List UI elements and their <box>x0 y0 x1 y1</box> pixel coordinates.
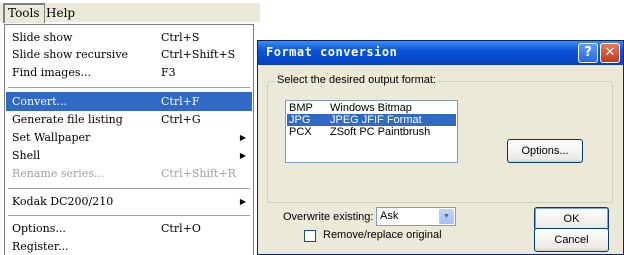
menu-item-label: Kodak DC200/210 <box>12 195 114 208</box>
menu-item-slide-show-recursive[interactable]: Slide show recursive Ctrl+Shift+S <box>6 45 252 64</box>
format-ext: PCX <box>289 126 312 138</box>
submenu-arrow-icon: ▶ <box>239 197 246 206</box>
format-name: ZSoft PC Paintbrush <box>330 126 431 138</box>
menu-item-shell[interactable]: Shell ▶ <box>6 146 252 165</box>
menu-item-label: Set Wallpaper <box>12 131 91 144</box>
overwrite-value: Ask <box>380 210 399 222</box>
menu-bar: Tools Help <box>0 3 260 23</box>
list-item[interactable]: JPG JPEG JFIF Format <box>287 114 456 126</box>
menu-help[interactable]: Help <box>42 3 79 23</box>
menu-item-generate-file-listing[interactable]: Generate file listing Ctrl+G <box>6 110 252 129</box>
menu-item-set-wallpaper[interactable]: Set Wallpaper ▶ <box>6 128 252 147</box>
menu-separator <box>8 215 250 217</box>
menu-item-options[interactable]: Options... Ctrl+O <box>6 219 252 238</box>
dialog-title-bar[interactable]: Format conversion ? ✕ <box>258 41 623 65</box>
menu-item-label: Find images... <box>12 66 91 79</box>
menu-item-find-images[interactable]: Find images... F3 <box>6 63 252 82</box>
overwrite-label: Overwrite existing: <box>283 211 374 223</box>
cancel-button[interactable]: Cancel <box>534 228 609 252</box>
menu-item-convert[interactable]: Convert... Ctrl+F <box>6 92 252 111</box>
menu-item-kodak[interactable]: Kodak DC200/210 ▶ <box>6 192 252 211</box>
format-conversion-dialog: Format conversion ? ✕ Select the desired… <box>257 40 624 255</box>
help-icon[interactable]: ? <box>578 43 598 63</box>
menu-item-shortcut: Ctrl+O <box>161 222 201 235</box>
chevron-down-icon[interactable]: ▼ <box>439 209 454 224</box>
submenu-arrow-icon: ▶ <box>239 133 246 142</box>
menu-item-shortcut: Ctrl+F <box>161 95 200 108</box>
menu-item-shortcut: F3 <box>161 66 176 79</box>
format-ext: BMP <box>289 102 313 114</box>
format-name: Windows Bitmap <box>330 102 412 114</box>
menu-item-label: Shell <box>12 149 41 162</box>
menu-item-shortcut: Ctrl+Shift+S <box>161 48 236 61</box>
options-button[interactable]: Options... <box>507 139 583 163</box>
remove-original-label[interactable]: Remove/replace original <box>323 229 442 241</box>
menu-item-label: Slide show recursive <box>12 48 129 61</box>
list-item[interactable]: BMP Windows Bitmap <box>287 102 456 114</box>
group-label: Select the desired output format: <box>275 74 438 86</box>
menu-separator <box>8 87 250 89</box>
menu-item-rename-series: Rename series... Ctrl+Shift+R <box>6 164 252 183</box>
menu-item-shortcut: Ctrl+G <box>161 113 201 126</box>
menu-separator <box>8 188 250 190</box>
menu-item-label: Register... <box>12 240 69 253</box>
menu-item-label: Generate file listing <box>12 113 123 126</box>
menu-item-shortcut: Ctrl+Shift+R <box>161 167 236 180</box>
format-name: JPEG JFIF Format <box>330 114 422 126</box>
dialog-title: Format conversion <box>266 45 398 59</box>
list-item[interactable]: PCX ZSoft PC Paintbrush <box>287 126 456 138</box>
menu-item-register[interactable]: Register... <box>6 237 252 255</box>
menu-item-label: Rename series... <box>12 167 105 180</box>
tools-menu: Slide show Ctrl+S Slide show recursive C… <box>4 24 254 255</box>
submenu-arrow-icon: ▶ <box>239 151 246 160</box>
overwrite-select[interactable]: Ask ▼ <box>376 207 456 226</box>
remove-original-checkbox[interactable] <box>304 230 316 242</box>
close-icon[interactable]: ✕ <box>600 43 620 63</box>
menu-tools[interactable]: Tools <box>3 3 45 23</box>
format-listbox[interactable]: BMP Windows Bitmap JPG JPEG JFIF Format … <box>285 100 458 163</box>
menu-item-label: Options... <box>12 222 66 235</box>
menu-item-label: Convert... <box>12 95 68 108</box>
format-ext: JPG <box>289 114 311 126</box>
